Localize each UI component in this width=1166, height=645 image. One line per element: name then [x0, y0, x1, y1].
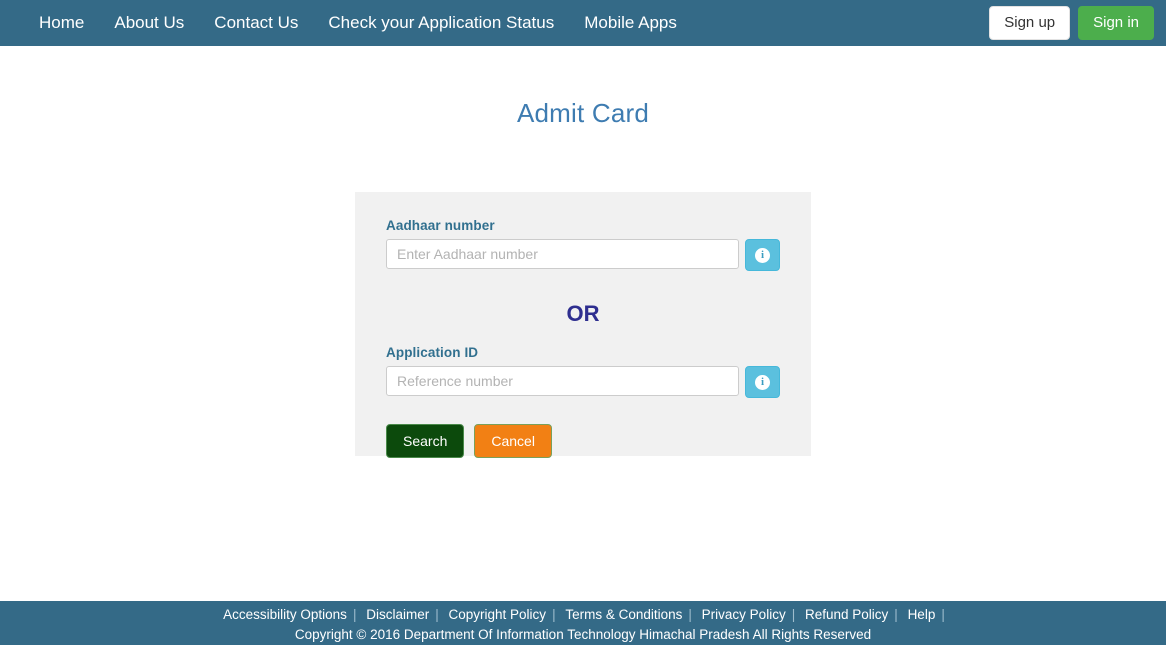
- footer-link-terms-conditions[interactable]: Terms & Conditions: [561, 607, 686, 622]
- aadhaar-number-label: Aadhaar number: [386, 218, 495, 233]
- nav-link-home[interactable]: Home: [24, 1, 99, 45]
- footer-link-list: Accessibility Options | Disclaimer | Copyr…: [0, 605, 1166, 625]
- application-id-label: Application ID: [386, 345, 479, 360]
- application-id-input[interactable]: [386, 366, 740, 396]
- sign-up-button[interactable]: Sign up: [989, 6, 1071, 40]
- form-action-buttons: Search Cancel: [386, 424, 795, 458]
- aadhaar-number-input[interactable]: [386, 239, 740, 269]
- nav-auth-actions: Sign up Sign in: [989, 0, 1154, 46]
- top-navigation-bar: Home About Us Contact Us Check your Appl…: [0, 0, 1166, 46]
- page-title: Admit Card: [516, 98, 650, 128]
- application-id-input-row: i: [386, 366, 780, 398]
- aadhaar-info-button[interactable]: i: [745, 239, 780, 271]
- nav-item-contact-us[interactable]: Contact Us: [199, 1, 313, 45]
- footer-link-privacy-policy[interactable]: Privacy Policy: [698, 607, 790, 622]
- footer-link-accessibility-options[interactable]: Accessibility Options: [219, 607, 351, 622]
- nav-item-home[interactable]: Home: [24, 1, 99, 45]
- footer-copyright: Copyright © 2016 Department Of Informati…: [294, 627, 872, 642]
- nav-item-mobile-apps[interactable]: Mobile Apps: [569, 1, 692, 45]
- footer-link-refund-policy[interactable]: Refund Policy: [801, 607, 892, 622]
- aadhaar-input-row: i: [386, 239, 780, 271]
- nav-item-application-status[interactable]: Check your Application Status: [313, 1, 569, 45]
- footer-link-help[interactable]: Help: [904, 607, 940, 622]
- nav-link-about-us[interactable]: About Us: [99, 1, 199, 45]
- sign-in-button[interactable]: Sign in: [1078, 6, 1154, 40]
- cancel-button[interactable]: Cancel: [474, 424, 552, 458]
- footer-link-copyright-policy[interactable]: Copyright Policy: [445, 607, 551, 622]
- footer-link-disclaimer[interactable]: Disclaimer: [362, 607, 433, 622]
- admit-card-search-panel: Aadhaar number i OR Application ID i Sea…: [355, 192, 811, 458]
- nav-link-list: Home About Us Contact Us Check your Appl…: [24, 1, 692, 45]
- search-button[interactable]: Search: [386, 424, 465, 458]
- nav-item-about-us[interactable]: About Us: [99, 1, 199, 45]
- footer-separator: |: [941, 607, 945, 622]
- footer-separator: |: [791, 607, 796, 622]
- footer-separator: |: [894, 607, 898, 622]
- info-icon: i: [755, 247, 771, 263]
- application-id-info-button[interactable]: i: [745, 366, 780, 398]
- page-footer: Accessibility Options | Disclaimer | Copyr…: [0, 601, 1166, 645]
- footer-separator: |: [352, 607, 357, 622]
- nav-link-application-status[interactable]: Check your Application Status: [313, 1, 569, 45]
- nav-link-mobile-apps[interactable]: Mobile Apps: [569, 1, 692, 45]
- nav-link-contact-us[interactable]: Contact Us: [199, 1, 313, 45]
- footer-separator: |: [552, 607, 556, 622]
- main-content: Admit Card Aadhaar number i OR Applicati…: [0, 46, 1166, 601]
- or-separator-label: OR: [566, 301, 600, 326]
- info-icon: i: [755, 374, 771, 390]
- footer-separator: |: [435, 607, 439, 622]
- footer-separator: |: [688, 607, 692, 622]
